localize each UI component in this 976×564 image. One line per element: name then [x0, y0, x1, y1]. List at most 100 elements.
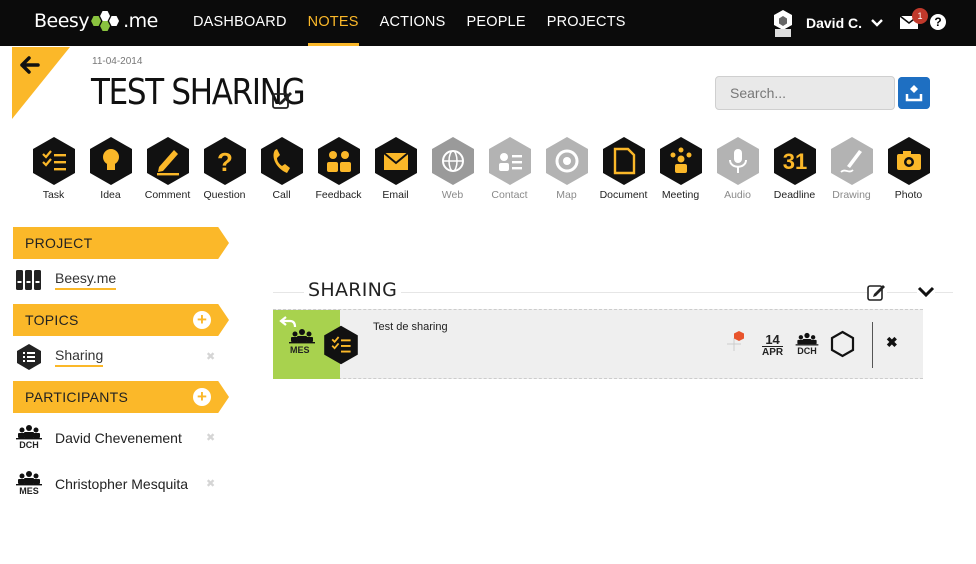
tool-idea[interactable]: Idea: [82, 136, 139, 201]
tool-label: Document: [599, 189, 648, 201]
participant-row[interactable]: MES Christopher Mesquita: [15, 470, 188, 498]
participant-name: Christopher Mesquita: [55, 476, 189, 492]
assignee-initials: DCH: [797, 346, 817, 356]
search-input[interactable]: [715, 76, 895, 110]
help-icon[interactable]: ?: [930, 14, 946, 30]
svg-text:?: ?: [217, 147, 233, 177]
chevron-down-icon: [871, 19, 883, 27]
separator: [872, 322, 873, 368]
nav-people[interactable]: PEOPLE: [466, 0, 525, 46]
share-button[interactable]: [898, 77, 930, 109]
participant-row[interactable]: DCH David Chevenement: [15, 424, 182, 452]
assignee[interactable]: DCH: [795, 332, 819, 356]
topics-section-header: TOPICS +: [13, 304, 229, 336]
delete-item-icon[interactable]: ✖: [886, 334, 898, 351]
tool-label: Email: [382, 189, 409, 201]
topic-link[interactable]: Sharing: [55, 347, 104, 367]
feedback-icon: [317, 137, 360, 185]
audio-icon: [716, 137, 759, 185]
tool-label: Audio: [724, 189, 751, 201]
logo-suffix: .me: [123, 10, 158, 32]
tool-call[interactable]: Call: [253, 136, 310, 201]
main-nav: DASHBOARD NOTES ACTIONS PEOPLE PROJECTS: [193, 0, 647, 46]
tool-label: Photo: [894, 189, 923, 201]
add-topic-button[interactable]: +: [193, 311, 211, 329]
tool-label: Call: [272, 189, 291, 201]
project-row[interactable]: Beesy.me: [15, 266, 117, 294]
contact-icon: [488, 137, 531, 185]
status-hexagon-icon[interactable]: [829, 330, 856, 358]
tool-label: Feedback: [315, 189, 362, 201]
project-link[interactable]: Beesy.me: [55, 270, 117, 290]
remove-participant-icon[interactable]: ✖: [206, 431, 215, 444]
document-icon: [602, 137, 645, 185]
back-button[interactable]: [12, 47, 70, 119]
due-day: 14: [762, 333, 784, 347]
tool-label: Contact: [491, 189, 528, 201]
email-icon: [374, 137, 417, 185]
task-icon: [324, 325, 358, 365]
comment-icon: [146, 137, 189, 185]
participant-name: David Chevenement: [55, 430, 182, 446]
unread-badge: 1: [912, 8, 928, 24]
question-icon: ?: [203, 137, 246, 185]
topic-row[interactable]: Sharing: [15, 343, 104, 371]
tool-deadline[interactable]: 31 Deadline: [766, 136, 823, 201]
tool-label: Drawing: [832, 189, 871, 201]
note-type-toolbar: Task Idea Comment ? Question Call Feedba…: [25, 136, 937, 201]
owner-initials: MES: [290, 345, 310, 355]
tool-label: Deadline: [773, 189, 816, 201]
remove-participant-icon[interactable]: ✖: [206, 477, 215, 490]
edit-icon[interactable]: [272, 90, 294, 110]
tool-task[interactable]: Task: [25, 136, 82, 201]
participant-initials: DCH: [19, 440, 39, 450]
nav-projects[interactable]: PROJECTS: [547, 0, 626, 46]
project-section-header: PROJECT: [13, 227, 229, 259]
priority-icon[interactable]: [725, 330, 747, 352]
participants-section-header: PARTICIPANTS +: [13, 381, 229, 413]
beesy-logo[interactable]: Beesy .me: [34, 10, 158, 32]
map-icon: [545, 137, 588, 185]
tool-feedback[interactable]: Feedback: [310, 136, 367, 201]
note-item[interactable]: MES Test de sharing 14 APR DCH ✖: [273, 309, 923, 379]
tool-web[interactable]: Web: [424, 136, 481, 201]
add-participant-button[interactable]: +: [193, 388, 211, 406]
list-hexagon-icon: [17, 344, 41, 370]
nav-actions[interactable]: ACTIONS: [380, 0, 446, 46]
nav-dashboard[interactable]: DASHBOARD: [193, 0, 287, 46]
person-icon: DCH: [15, 424, 43, 452]
collapse-chevron-icon[interactable]: [917, 285, 935, 299]
drawing-icon: [830, 137, 873, 185]
photo-icon: [887, 137, 930, 185]
tool-meeting[interactable]: Meeting: [652, 136, 709, 201]
topic-title: SHARING: [304, 279, 402, 301]
tool-audio[interactable]: Audio: [709, 136, 766, 201]
task-icon: [32, 137, 75, 185]
tool-photo[interactable]: Photo: [880, 136, 937, 201]
tool-question[interactable]: ? Question: [196, 136, 253, 201]
section-title: PROJECT: [25, 235, 93, 251]
people-icon: [16, 471, 42, 486]
tool-label: Web: [441, 189, 464, 201]
tool-label: Question: [203, 189, 246, 201]
people-icon: [795, 332, 819, 346]
deadline-icon: 31: [773, 137, 816, 185]
due-date[interactable]: 14 APR: [762, 333, 784, 358]
tool-comment[interactable]: Comment: [139, 136, 196, 201]
tool-email[interactable]: Email: [367, 136, 424, 201]
remove-topic-icon[interactable]: ✖: [206, 350, 215, 363]
edit-topic-icon[interactable]: [867, 283, 887, 301]
binders-icon: [16, 270, 41, 290]
user-menu[interactable]: David C.: [772, 9, 884, 37]
due-month: APR: [762, 347, 784, 358]
meeting-icon: [659, 137, 702, 185]
nav-notes[interactable]: NOTES: [307, 0, 359, 46]
tool-document[interactable]: Document: [595, 136, 652, 201]
tool-contact[interactable]: Contact: [481, 136, 538, 201]
tool-label: Map: [556, 189, 577, 201]
logo-text: Beesy: [34, 10, 90, 32]
tool-drawing[interactable]: Drawing: [823, 136, 880, 201]
tool-map[interactable]: Map: [538, 136, 595, 201]
section-title: TOPICS: [25, 312, 79, 328]
tool-label: Comment: [144, 189, 191, 201]
